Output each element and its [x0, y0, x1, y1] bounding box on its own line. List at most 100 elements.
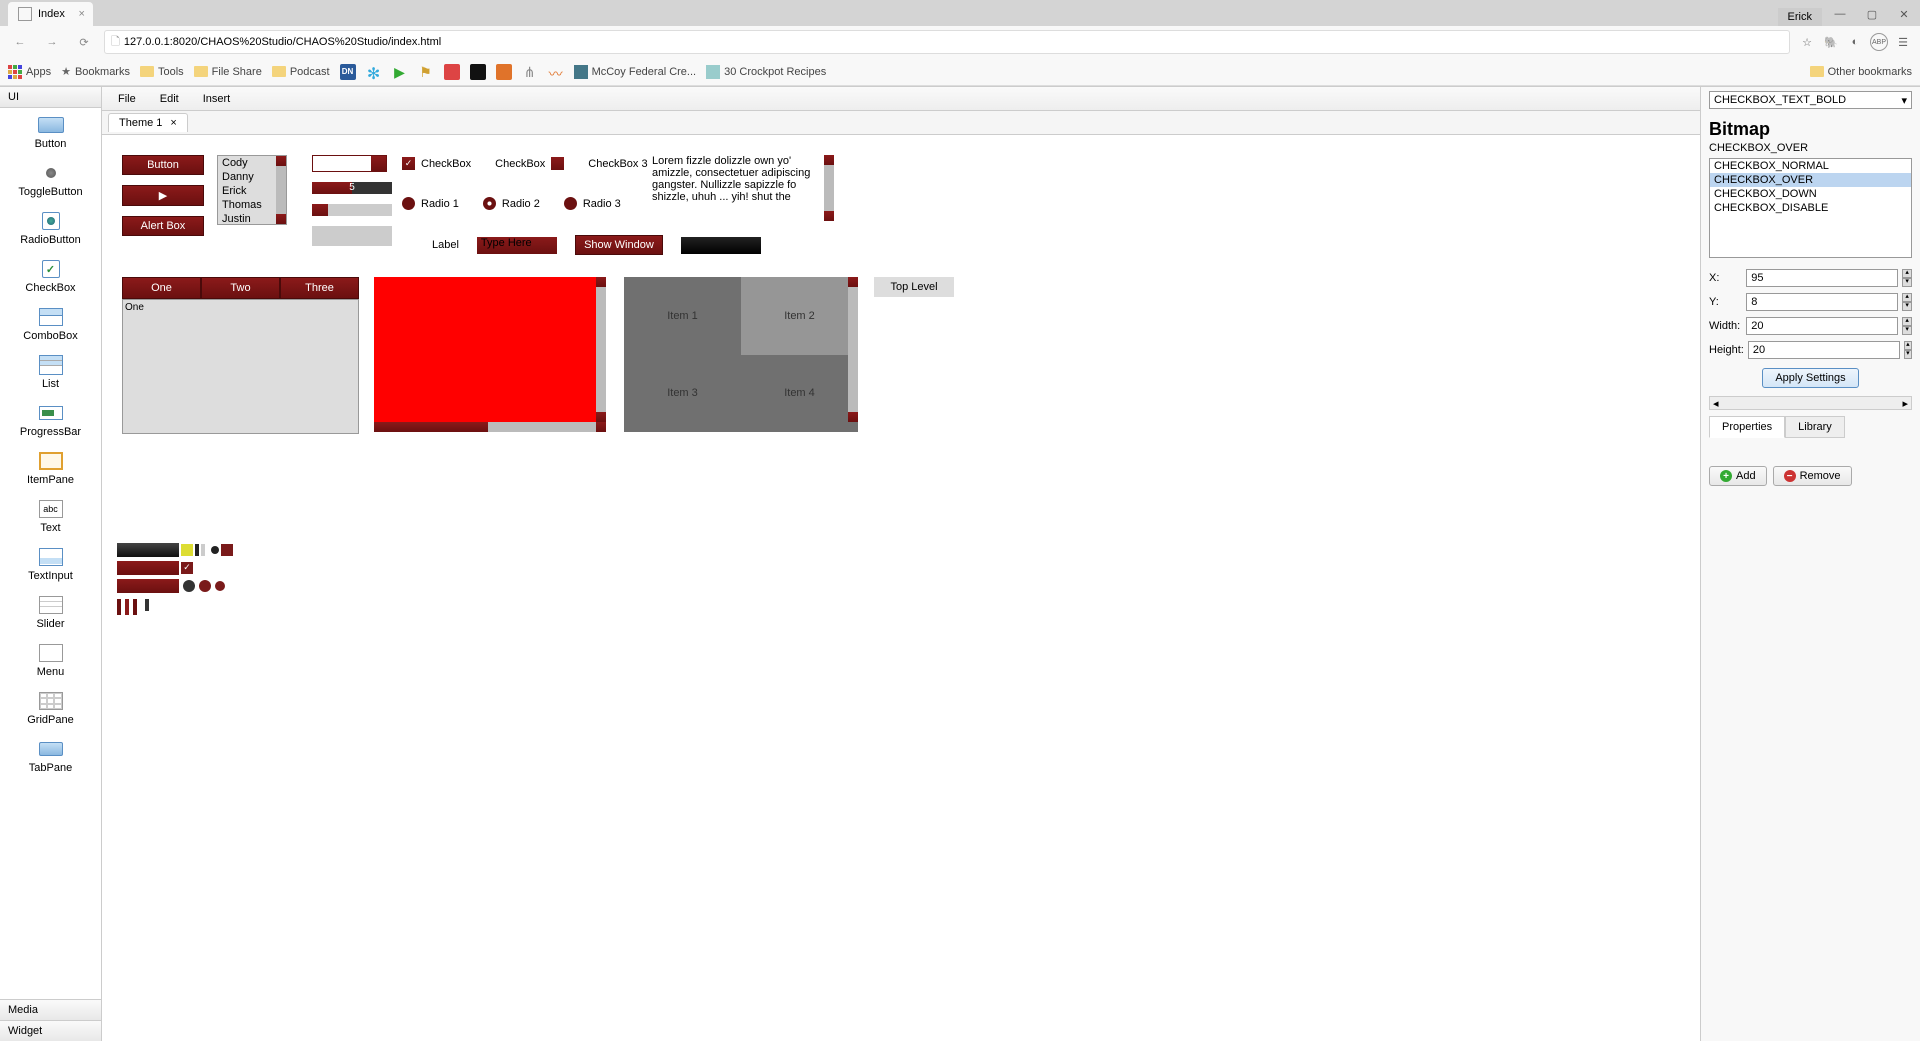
preview-listbox[interactable]: CodyDannyErickThomasJustin — [217, 155, 287, 225]
preview-textinput[interactable]: Type Here — [477, 237, 557, 254]
width-input[interactable] — [1746, 317, 1898, 335]
preview-tabpane[interactable]: One Two Three One — [122, 277, 359, 434]
height-input[interactable] — [1748, 341, 1900, 359]
palette-menu[interactable]: Menu — [0, 636, 101, 684]
browser-tab[interactable]: Index × — [8, 2, 93, 26]
ext-icon-5[interactable] — [444, 64, 460, 80]
star-icon[interactable]: ☆ — [1798, 33, 1816, 51]
ext-icon-2[interactable]: ✻ — [366, 64, 382, 80]
palette-togglebutton[interactable]: ToggleButton — [0, 156, 101, 204]
ext-icon-8[interactable]: ⋔ — [522, 64, 538, 80]
list-item[interactable]: CHECKBOX_DOWN — [1710, 187, 1911, 201]
preview-combobox[interactable] — [312, 155, 387, 172]
scrollbar-icon[interactable] — [596, 277, 606, 422]
tab-properties[interactable]: Properties — [1709, 416, 1785, 438]
left-footer-media[interactable]: Media — [0, 999, 101, 1020]
apps-button[interactable]: Apps — [8, 65, 51, 79]
preview-checkbox-3[interactable]: CheckBox 3 — [588, 158, 647, 170]
bookmark-crockpot[interactable]: 30 Crockpot Recipes — [706, 65, 826, 79]
menu-insert[interactable]: Insert — [191, 89, 243, 109]
bookmark-mccoy[interactable]: McCoy Federal Cre... — [574, 65, 697, 79]
palette-tabpane[interactable]: TabPane — [0, 732, 101, 780]
list-item[interactable]: CHECKBOX_OVER — [1710, 173, 1911, 187]
minimize-icon[interactable]: — — [1824, 2, 1856, 26]
close-icon[interactable]: × — [170, 117, 176, 129]
apply-settings-button[interactable]: Apply Settings — [1762, 368, 1858, 388]
menu-icon[interactable]: ☰ — [1894, 33, 1912, 51]
reload-icon[interactable]: ⟳ — [72, 30, 96, 54]
horizontal-scrollbar[interactable]: ◂▸ — [1709, 396, 1912, 410]
forward-icon[interactable]: → — [40, 30, 64, 54]
bitmap-list[interactable]: CHECKBOX_NORMAL CHECKBOX_OVER CHECKBOX_D… — [1709, 158, 1912, 258]
favicon-icon — [18, 7, 32, 21]
width-stepper[interactable]: ▴▾ — [1902, 317, 1912, 335]
ext-icon-6[interactable] — [470, 64, 486, 80]
palette-progressbar[interactable]: ProgressBar — [0, 396, 101, 444]
x-input[interactable] — [1746, 269, 1898, 287]
palette-list[interactable]: List — [0, 348, 101, 396]
preview-gridpane[interactable]: Item 1 Item 2 Item 3 Item 4 — [624, 277, 858, 432]
back-icon[interactable]: ← — [8, 30, 32, 54]
list-item[interactable]: CHECKBOX_NORMAL — [1710, 159, 1911, 173]
menu-file[interactable]: File — [106, 89, 148, 109]
preview-lone-scrollbar[interactable] — [824, 155, 834, 221]
ext-icon-4[interactable]: ⚑ — [418, 64, 434, 80]
state-dropdown[interactable]: CHECKBOX_TEXT_BOLD▾ — [1709, 91, 1912, 109]
palette-slider[interactable]: Slider — [0, 588, 101, 636]
abp-icon[interactable]: ABP — [1870, 33, 1888, 51]
palette-textinput[interactable]: TextInput — [0, 540, 101, 588]
tab-library[interactable]: Library — [1785, 416, 1845, 438]
remove-button[interactable]: −Remove — [1773, 466, 1852, 486]
preview-checkbox-1[interactable]: ✓CheckBox — [402, 157, 471, 170]
scrollbar-icon[interactable] — [276, 156, 286, 224]
left-footer-widget[interactable]: Widget — [0, 1020, 101, 1041]
preview-show-window-button[interactable]: Show Window — [575, 235, 663, 255]
evernote-icon[interactable]: 🐘 — [1822, 33, 1840, 51]
ext-icon-3[interactable]: ▶ — [392, 64, 408, 80]
x-stepper[interactable]: ▴▾ — [1902, 269, 1912, 287]
bookmark-bookmarks[interactable]: ★Bookmarks — [61, 65, 130, 78]
maximize-icon[interactable]: ▢ — [1856, 2, 1888, 26]
preview-alertbox-button[interactable]: Alert Box — [122, 216, 204, 236]
preview-radio-2[interactable]: Radio 2 — [483, 197, 540, 210]
palette-gridpane[interactable]: GridPane — [0, 684, 101, 732]
preview-radio-1[interactable]: Radio 1 — [402, 197, 459, 210]
palette-combobox[interactable]: ComboBox — [0, 300, 101, 348]
bookmark-tools[interactable]: Tools — [140, 66, 184, 78]
height-stepper[interactable]: ▴▾ — [1904, 341, 1912, 359]
preview-black-button[interactable] — [681, 237, 761, 254]
ext-icon-9[interactable]: 〰 — [548, 64, 564, 80]
palette-itempane[interactable]: ItemPane — [0, 444, 101, 492]
preview-button[interactable]: Button — [122, 155, 204, 175]
y-stepper[interactable]: ▴▾ — [1902, 293, 1912, 311]
menu-edit[interactable]: Edit — [148, 89, 191, 109]
close-window-icon[interactable]: ✕ — [1888, 2, 1920, 26]
left-header-ui[interactable]: UI — [0, 87, 101, 108]
user-chip[interactable]: Erick — [1778, 8, 1822, 26]
other-bookmarks[interactable]: Other bookmarks — [1810, 66, 1912, 78]
close-icon[interactable]: × — [78, 8, 84, 20]
preview-menu[interactable]: Top Level — [874, 277, 954, 297]
preview-play-button[interactable]: ▶ — [122, 185, 204, 206]
preview-slider[interactable]: 5 — [312, 182, 392, 194]
palette-radiobutton[interactable]: RadioButton — [0, 204, 101, 252]
preview-checkbox-2[interactable]: CheckBox — [495, 157, 564, 170]
bookmark-podcast[interactable]: Podcast — [272, 66, 330, 78]
bookmark-fileshare[interactable]: File Share — [194, 66, 262, 78]
palette-checkbox[interactable]: ✓CheckBox — [0, 252, 101, 300]
scrollbar-icon[interactable] — [374, 422, 606, 432]
doc-tab-theme1[interactable]: Theme 1 × — [108, 113, 188, 132]
noscript-icon[interactable]: ◐ — [1846, 33, 1864, 51]
canvas[interactable]: Button ▶ Alert Box CodyDannyErickThomasJ… — [102, 135, 1700, 1041]
add-button[interactable]: +Add — [1709, 466, 1767, 486]
list-item[interactable]: CHECKBOX_DISABLE — [1710, 201, 1911, 215]
palette-text[interactable]: abcText — [0, 492, 101, 540]
ext-icon-7[interactable] — [496, 64, 512, 80]
preview-red-pane[interactable] — [374, 277, 606, 432]
ext-icon-1[interactable]: DN — [340, 64, 356, 80]
palette-button[interactable]: Button — [0, 108, 101, 156]
y-input[interactable] — [1746, 293, 1898, 311]
preview-radio-3[interactable]: Radio 3 — [564, 197, 621, 210]
scrollbar-icon[interactable] — [848, 277, 858, 422]
url-bar[interactable]: 🗋 127.0.0.1:8020/CHAOS%20Studio/CHAOS%20… — [104, 30, 1790, 54]
